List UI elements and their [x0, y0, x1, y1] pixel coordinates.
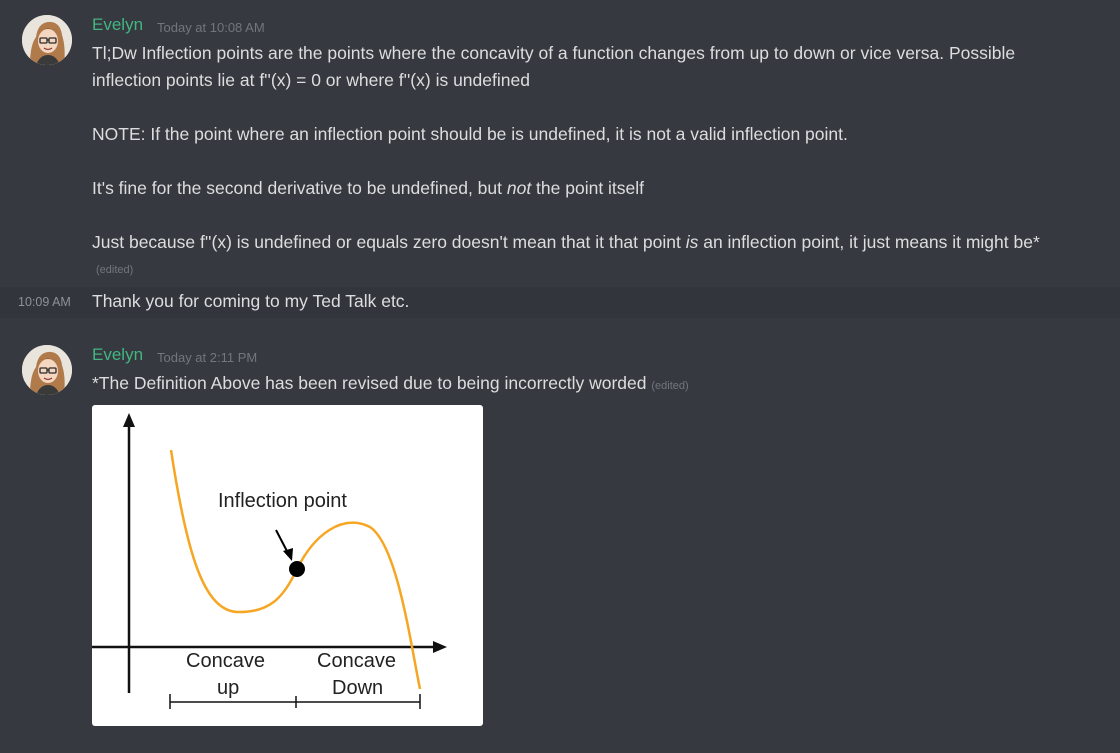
message-text-line: Tl;Dw Inflection points are the points w… — [92, 43, 1016, 63]
chat-messages: Evelyn Today at 10:08 AM Tl;Dw Inflectio… — [0, 0, 1120, 753]
inflection-point-dot — [289, 561, 305, 577]
message-text-line: inflection points lie at f''(x) = 0 or w… — [92, 70, 530, 90]
username[interactable]: Evelyn — [92, 345, 143, 365]
pointer-arrow-head — [283, 548, 293, 561]
text-segment: It's fine for the second derivative to b… — [92, 178, 507, 198]
concave-up-label-line1: Concave — [186, 650, 265, 672]
concave-down-label-line1: Concave — [317, 650, 396, 672]
edited-label: (edited) — [651, 380, 689, 392]
message-text-line: NOTE: If the point where an inflection p… — [92, 124, 848, 144]
avatar-illustration — [22, 345, 72, 395]
image-attachment[interactable]: Inflection point Concave up Concave Down — [92, 405, 483, 726]
message-text-line: It's fine for the second derivative to b… — [92, 175, 1116, 202]
message-timestamp: Today at 10:08 AM — [157, 20, 265, 35]
text-segment: the point itself — [531, 178, 645, 198]
inflection-point-label: Inflection point — [218, 490, 347, 512]
text-segment: *The Definition Above has been revised d… — [92, 373, 647, 393]
emphasis-text: is — [685, 232, 699, 252]
inflection-point-diagram: Inflection point Concave up Concave Down — [92, 413, 447, 709]
message-text-line: *The Definition Above has been revised d… — [92, 370, 1116, 400]
avatar-illustration — [22, 15, 72, 65]
concave-down-label-line2: Down — [332, 677, 383, 699]
edited-label: (edited) — [96, 264, 134, 276]
message-side-timestamp: 10:09 AM — [18, 295, 71, 309]
x-axis-arrow — [433, 641, 447, 653]
avatar[interactable] — [22, 15, 72, 65]
username[interactable]: Evelyn — [92, 15, 143, 35]
emphasis-text: not — [506, 178, 532, 198]
message-timestamp: Today at 2:11 PM — [157, 350, 258, 365]
text-segment: Just because f''(x) is undefined or equa… — [92, 232, 686, 252]
concave-up-label-line2: up — [217, 677, 239, 699]
message-text-line: Thank you for coming to my Ted Talk etc. — [92, 291, 410, 311]
avatar[interactable] — [22, 345, 72, 395]
y-axis-arrow — [123, 413, 135, 427]
message-text-line: Just because f''(x) is undefined or equa… — [92, 229, 1116, 256]
text-segment: an inflection point, it just means it mi… — [698, 232, 1040, 252]
